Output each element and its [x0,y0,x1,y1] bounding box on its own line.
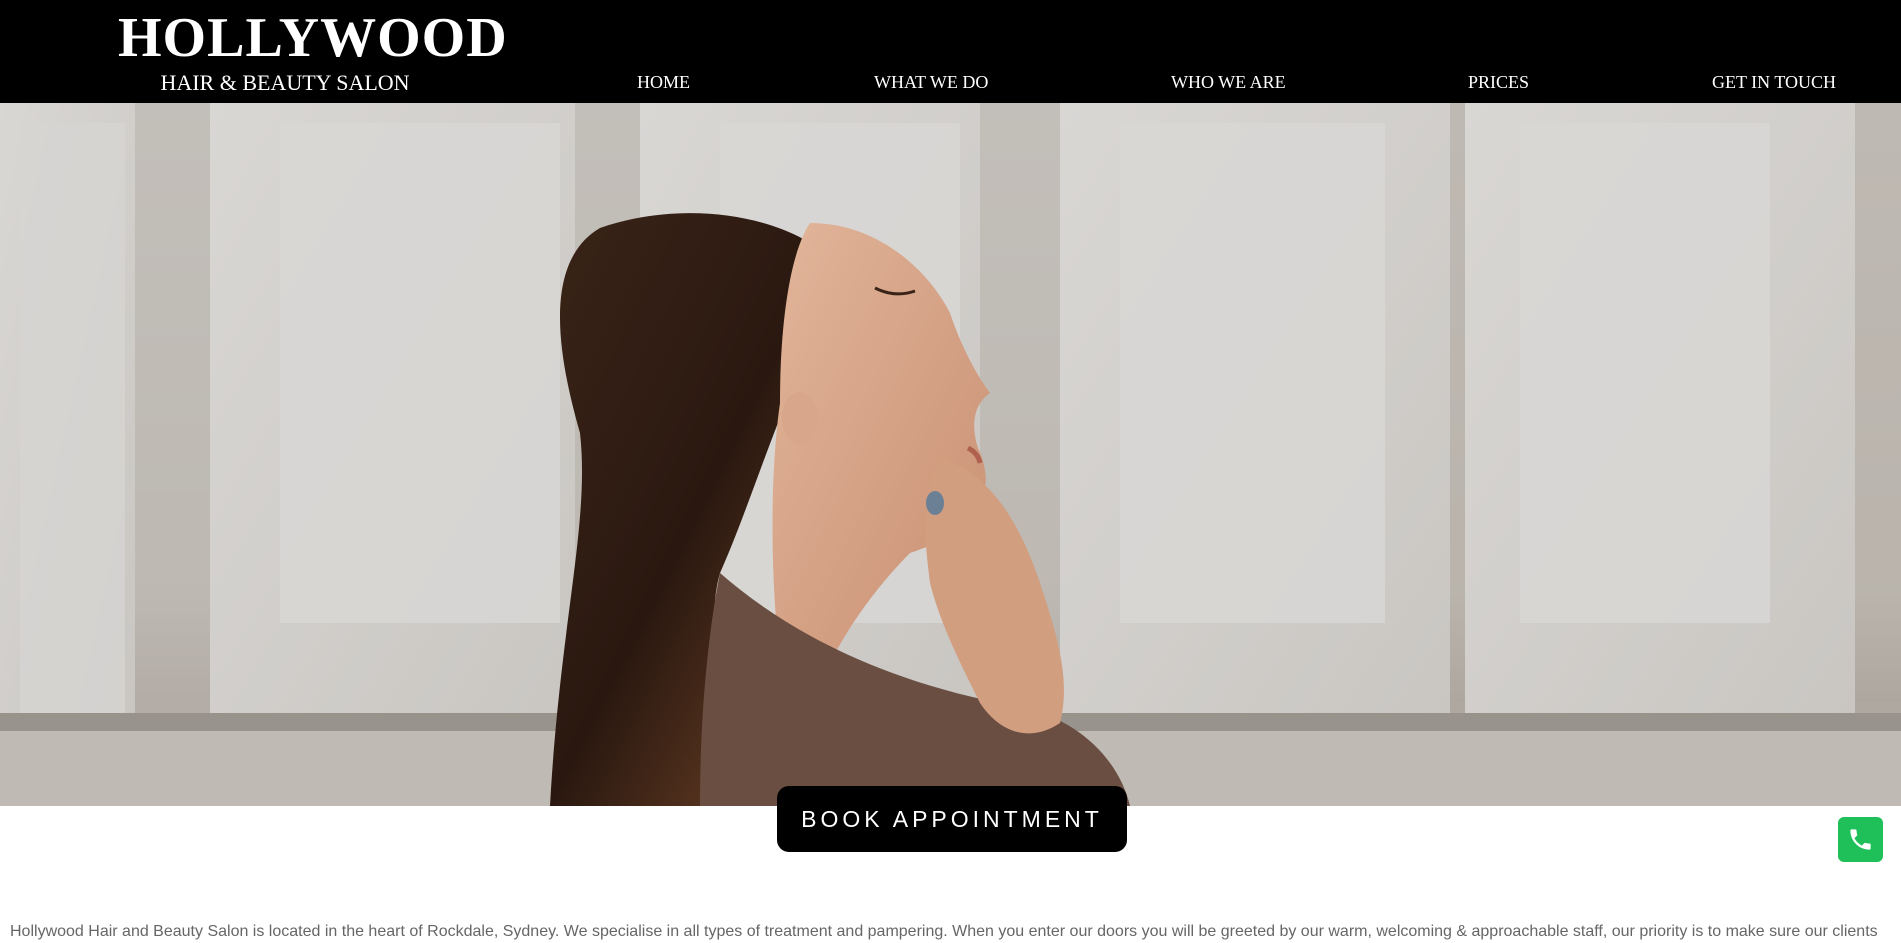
nav-item-what-we-do[interactable]: WHAT WE DO [874,70,988,94]
site-header: HOLLYWOOD HAIR & BEAUTY SALON HOME WHAT … [0,0,1901,103]
phone-icon [1850,829,1871,850]
book-appointment-button[interactable]: BOOK APPOINTMENT [777,786,1127,852]
intro-paragraph: Hollywood Hair and Beauty Salon is locat… [10,923,1878,940]
nav-item-home[interactable]: HOME [637,70,690,94]
nav-item-who-we-are[interactable]: WHO WE ARE [1171,70,1286,94]
call-button[interactable] [1838,817,1883,862]
hero-photo [0,103,1901,806]
hero-banner [0,103,1901,806]
main-nav: HOME WHAT WE DO WHO WE ARE PRICES GET IN… [0,70,1901,94]
logo-title: HOLLYWOOD [118,7,508,69]
nav-item-get-in-touch[interactable]: GET IN TOUCH [1712,70,1836,94]
nav-item-prices[interactable]: PRICES [1468,70,1529,94]
